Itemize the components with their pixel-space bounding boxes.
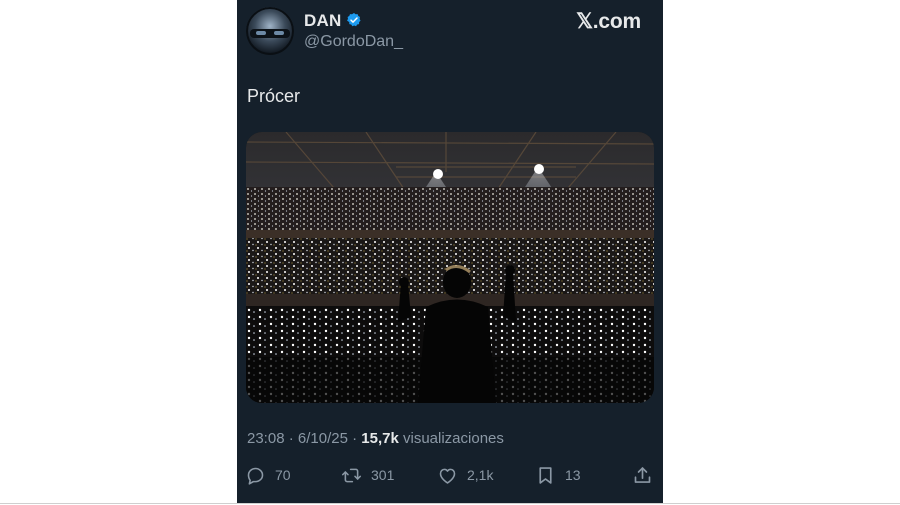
- share-icon: [634, 466, 651, 483]
- divider: [0, 503, 900, 504]
- reply-icon: [247, 467, 264, 485]
- display-name[interactable]: DAN: [304, 11, 341, 31]
- retweet-count: 301: [371, 467, 395, 483]
- like-icon: [439, 468, 456, 484]
- retweet-icon: [341, 468, 362, 482]
- views-count: 15,7k: [361, 430, 399, 447]
- tweet-time: 23:08: [247, 430, 285, 447]
- share-button[interactable]: [632, 464, 653, 486]
- x-logo: 𝕏.com: [576, 10, 641, 33]
- like-count: 2,1k: [467, 467, 494, 483]
- like-button[interactable]: 2,1k: [437, 464, 493, 486]
- tweet-card: DAN @GordoDan_ 𝕏.com Prócer 23:08 · 6/10…: [237, 0, 663, 503]
- tweet-date: 6/10/25: [297, 430, 348, 447]
- user-handle[interactable]: @GordoDan_: [304, 33, 403, 51]
- reply-button[interactable]: 70: [245, 464, 291, 486]
- retweet-button[interactable]: 301: [341, 464, 394, 486]
- bookmark-icon: [539, 466, 552, 484]
- tweet-image[interactable]: [246, 132, 654, 403]
- avatar[interactable]: [246, 7, 294, 55]
- verified-badge-icon: [347, 13, 361, 27]
- tweet-timestamp[interactable]: 23:08 · 6/10/25 · 15,7k visualizaciones: [247, 430, 504, 447]
- tweet-text: Prócer: [247, 86, 301, 106]
- bookmark-button[interactable]: 13: [535, 464, 581, 486]
- views-label: visualizaciones: [398, 430, 504, 447]
- bookmark-count: 13: [565, 467, 581, 483]
- reply-count: 70: [275, 467, 291, 483]
